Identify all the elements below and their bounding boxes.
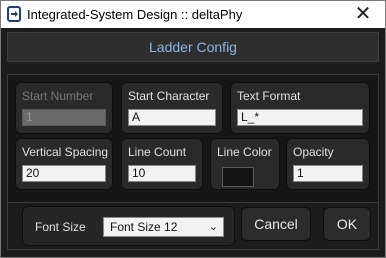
opacity-group: Opacity 1 [286, 138, 370, 190]
start-number-field: 1 [22, 109, 106, 126]
vertical-spacing-field[interactable]: 20 [22, 165, 106, 182]
dialog-body: Ladder Config Start Number 1 Start Chara… [0, 28, 386, 258]
line-color-group: Line Color [210, 138, 280, 190]
opacity-field[interactable]: 1 [293, 165, 363, 182]
line-color-label: Line Color [217, 145, 272, 159]
start-character-field[interactable]: A [128, 109, 216, 126]
opacity-label: Opacity [293, 145, 334, 159]
line-count-group: Line Count 10 [121, 138, 203, 190]
start-character-label: Start Character [128, 89, 210, 103]
font-size-label: Font Size [35, 220, 86, 234]
ok-button[interactable]: OK [323, 207, 371, 241]
text-format-label: Text Format [237, 89, 301, 103]
vertical-spacing-label: Vertical Spacing [22, 145, 109, 159]
font-size-value: Font Size 12 [110, 220, 178, 234]
dialog-header: Ladder Config [7, 32, 379, 62]
start-number-label: Start Number [22, 89, 94, 103]
close-icon[interactable]: ✕ [349, 4, 377, 26]
line-count-label: Line Count [128, 145, 187, 159]
text-format-field[interactable]: L_* [237, 109, 363, 126]
app-logo-icon [7, 6, 21, 22]
window-title: Integrated-System Design :: deltaPhy [27, 7, 243, 22]
line-count-field[interactable]: 10 [128, 165, 196, 182]
vertical-spacing-group: Vertical Spacing 20 [15, 138, 113, 190]
line-color-swatch[interactable] [222, 167, 254, 187]
text-format-group: Text Format L_* [230, 82, 370, 134]
font-size-select[interactable]: Font Size 12 ⌄ [103, 217, 224, 237]
chevron-down-icon: ⌄ [208, 221, 218, 233]
dialog-title: Ladder Config [149, 39, 237, 55]
start-number-group: Start Number 1 [15, 82, 113, 134]
title-bar: Integrated-System Design :: deltaPhy ✕ [0, 0, 386, 28]
font-size-group: Font Size Font Size 12 ⌄ [22, 206, 235, 246]
cancel-button[interactable]: Cancel [241, 207, 311, 241]
start-character-group: Start Character A [121, 82, 223, 134]
